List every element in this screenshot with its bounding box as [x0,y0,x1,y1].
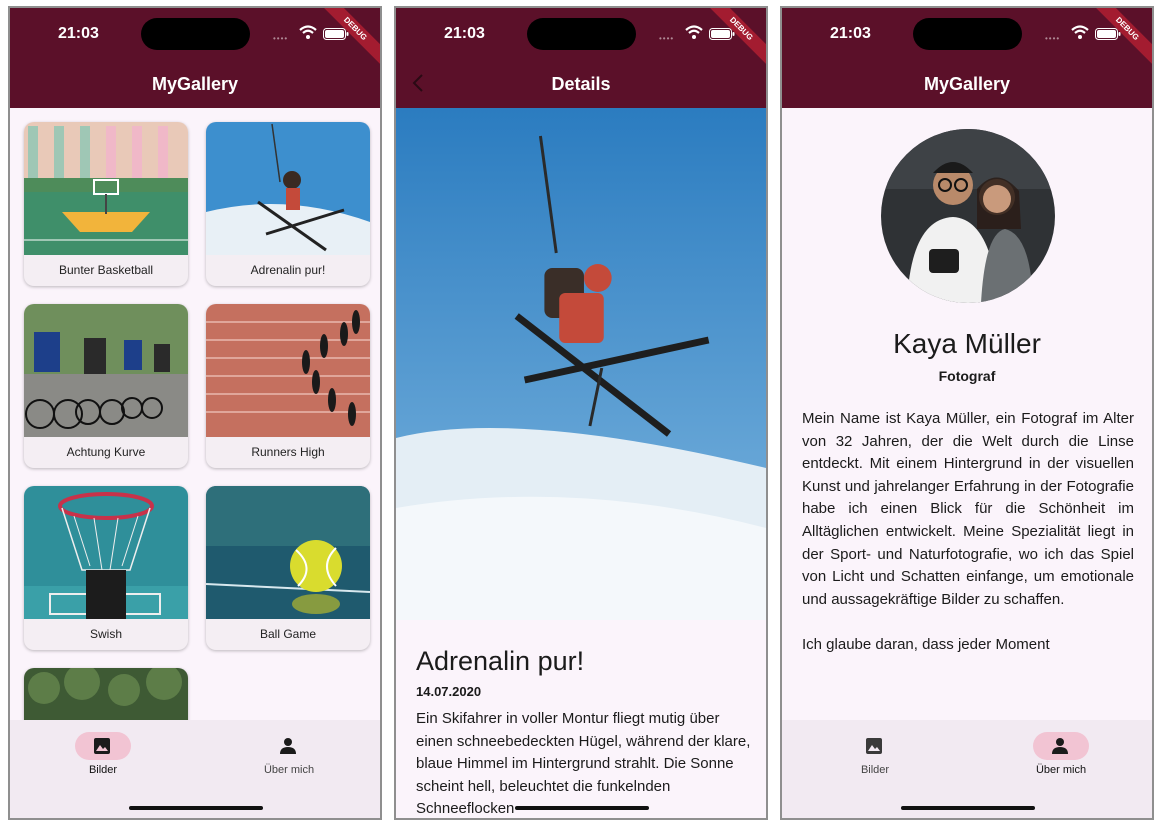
bottom-navigation: Bilder Über mich [10,720,380,818]
signal-icon: •••• [273,34,289,43]
avatar [881,129,1055,303]
home-indicator [129,806,263,810]
page-title: MyGallery [151,74,239,94]
forest-image [24,668,188,720]
gallery-card-forest[interactable] [24,668,188,720]
cyclists-image [24,304,188,437]
status-time: 21:03 [444,25,485,42]
running-track-image [206,304,370,437]
skier-image [206,122,370,255]
detail-heading: Adrenalin pur! [416,646,585,676]
dynamic-island [527,18,636,50]
basketball-court-image [24,122,188,255]
details-screen: 21:03 •••• DEBUG Details Adrenalin pur! … [394,6,768,820]
detail-date: 14.07.2020 [416,684,482,699]
gallery-card-swish[interactable]: Swish [24,486,188,650]
image-icon [94,738,110,754]
nav-label: Bilder [860,764,890,776]
card-label: Bunter Basketball [58,263,154,277]
app-bar: 21:03 •••• DEBUG Details [396,8,766,108]
gallery-card-cyclists[interactable]: Achtung Kurve [24,304,188,468]
dynamic-island [913,18,1022,50]
gallery-grid: Bunter Basketball Adrenalin pur! Achtung… [10,108,380,720]
profile-name: Kaya Müller [893,328,1041,359]
home-indicator [515,806,649,810]
card-label: Ball Game [259,627,317,641]
page-title: MyGallery [923,74,1011,94]
nav-label: Über mich [1035,764,1087,776]
nav-item-about[interactable]: Über mich [968,720,1152,818]
tennis-ball-image [206,486,370,619]
nav-item-images[interactable]: Bilder [10,720,196,818]
signal-icon: •••• [659,34,675,43]
basketball-hoop-image [24,486,188,619]
detail-description: Ein Skifahrer in voller Montur fliegt mu… [416,710,751,818]
profile-role: Fotograf [938,368,996,384]
person-icon [1052,738,1068,754]
wifi-icon [299,25,317,39]
page-title: Details [551,74,611,94]
bio-paragraph: Ich glaube daran, dass jeder Moment [802,635,1050,653]
card-label: Adrenalin pur! [250,263,326,277]
wifi-icon [685,25,703,39]
bottom-navigation: Bilder Über mich [782,720,1152,818]
signal-icon: •••• [1045,34,1061,43]
nav-label: Über mich [263,764,315,776]
person-icon [280,738,296,754]
card-label: Achtung Kurve [66,445,146,459]
wifi-icon [1071,25,1089,39]
nav-item-images[interactable]: Bilder [782,720,968,818]
card-label: Runners High [251,445,325,459]
gallery-card-basketball[interactable]: Bunter Basketball [24,122,188,286]
nav-label: Bilder [88,764,118,776]
profile-screen: 21:03 •••• DEBUG MyGallery Kaya Müller F… [780,6,1154,820]
gallery-screen: 21:03 •••• DEBUG MyGallery Bunter Basket… [8,6,382,820]
app-bar: 21:03 •••• DEBUG MyGallery [10,8,380,108]
gallery-card-ballgame[interactable]: Ball Game [206,486,370,650]
skier-hero-image [396,108,766,620]
nav-item-about[interactable]: Über mich [196,720,380,818]
status-time: 21:03 [830,25,871,42]
app-bar: 21:03 •••• DEBUG MyGallery [782,8,1152,108]
gallery-card-skier[interactable]: Adrenalin pur! [206,122,370,286]
bio-paragraph: Mein Name ist Kaya Müller, ein Fotograf … [802,410,1134,608]
gallery-card-runners[interactable]: Runners High [206,304,370,468]
status-time: 21:03 [58,25,99,42]
home-indicator [901,806,1035,810]
profile-bio: Mein Name ist Kaya Müller, ein Fotograf … [802,408,1134,720]
card-label: Swish [89,627,122,641]
image-icon [866,738,882,754]
dynamic-island [141,18,250,50]
